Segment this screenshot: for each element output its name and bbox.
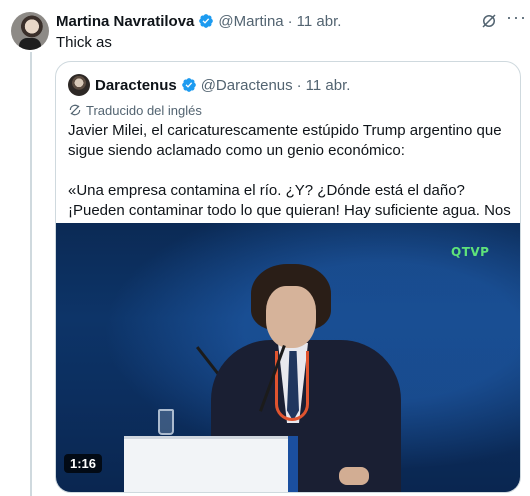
separator-dot: ·	[287, 12, 293, 30]
author-name[interactable]: Martina Navratilova	[56, 13, 194, 30]
grok-icon[interactable]	[480, 12, 498, 30]
verified-badge-icon	[199, 14, 214, 28]
quoted-tweet-date: 11 abr.	[305, 76, 351, 94]
quoted-author-name: Daractenus	[95, 76, 177, 94]
thread-connector-line	[30, 52, 32, 496]
author-avatar[interactable]	[11, 12, 49, 50]
video-duration-badge: 1:16	[64, 454, 103, 473]
translated-label: Traducido del inglés	[68, 102, 202, 118]
water-glass	[158, 409, 174, 435]
more-options-icon[interactable]: ···	[506, 8, 526, 30]
author-handle[interactable]: @Martina	[218, 13, 283, 30]
translate-icon	[69, 104, 81, 116]
tweet-text: Thick as	[56, 34, 112, 51]
tweet-date[interactable]: 11 abr.	[297, 13, 342, 30]
quoted-author-avatar	[68, 74, 90, 96]
translated-text: Traducido del inglés	[86, 102, 202, 118]
quoted-tweet-card[interactable]: Daractenus @Daractenus · 11 abr. Traduci…	[55, 61, 521, 493]
quoted-tweet-header: Daractenus @Daractenus · 11 abr.	[95, 75, 350, 95]
quoted-paragraph-1: Javier Milei, el caricaturescamente estú…	[68, 122, 502, 159]
separator-dot: ·	[296, 76, 302, 94]
podium	[124, 436, 294, 492]
channel-logo: QTVP	[451, 245, 490, 259]
quoted-author-handle: @Daractenus	[200, 76, 293, 94]
tweet-header: Martina Navratilova @Martina · 11 abr.	[56, 11, 341, 31]
verified-badge-icon	[181, 78, 196, 92]
video-player[interactable]: QTVP 1:16	[56, 223, 520, 492]
